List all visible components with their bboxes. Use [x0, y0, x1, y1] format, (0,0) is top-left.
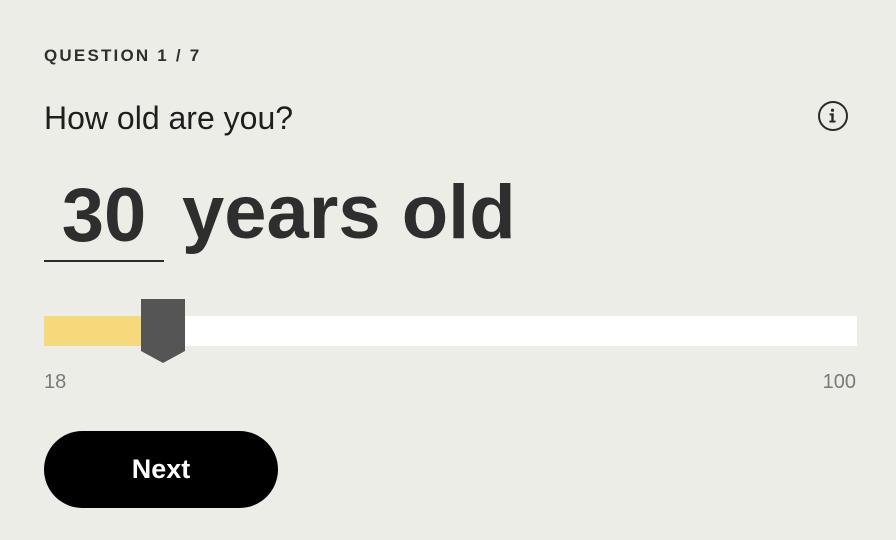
question-progress: QUESTION 1 / 7 — [44, 46, 202, 65]
slider-max-label: 100 — [822, 371, 856, 393]
next-button[interactable]: Next — [44, 431, 278, 508]
age-slider[interactable] — [44, 299, 857, 363]
age-input[interactable] — [44, 170, 164, 262]
slider-thumb-shape — [140, 299, 185, 363]
info-glyph — [829, 108, 836, 123]
slider-thumb[interactable] — [140, 299, 185, 363]
question-card: QUESTION 1 / 7 How old are you? years ol… — [0, 0, 896, 540]
question-text: How old are you? — [44, 100, 294, 136]
age-unit-label: years old — [182, 170, 516, 255]
info-icon[interactable] — [818, 101, 848, 131]
slider-min-label: 18 — [44, 371, 67, 393]
